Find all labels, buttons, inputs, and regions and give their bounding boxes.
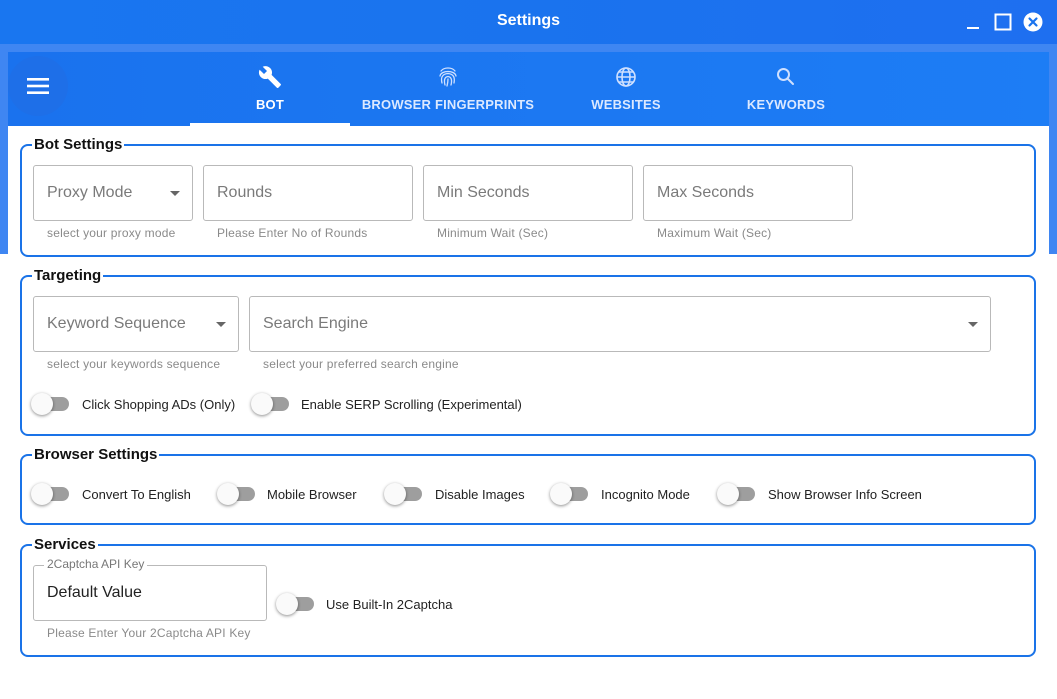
tab-bot[interactable]: BOT (190, 52, 350, 126)
dropdown-arrow-icon (968, 322, 978, 327)
click-shopping-ads-toggle[interactable] (31, 393, 71, 415)
search-icon (777, 68, 794, 85)
window-frame-left (0, 44, 8, 254)
window-title: Settings (496, 12, 561, 29)
tab-websites[interactable]: WEBSITES (546, 52, 706, 126)
toggle-label: Mobile Browser (267, 487, 357, 502)
input-value: Default Value (47, 584, 142, 601)
field-hint: select your keywords sequence (47, 357, 221, 371)
field-hint: Please Enter Your 2Captcha API Key (47, 626, 251, 640)
toggle-label: Disable Images (435, 487, 525, 502)
tab-bar: BOT BROWSER FINGERPRINTS WEBSITES KEYWOR… (8, 52, 1049, 126)
serp-scrolling-toggle[interactable] (251, 393, 291, 415)
dropdown-arrow-icon (216, 322, 226, 327)
show-browser-info-toggle[interactable] (717, 483, 757, 505)
close-icon (1023, 12, 1043, 32)
hamburger-icon (27, 78, 49, 94)
tab-label: BOT (255, 97, 285, 112)
search-engine-select[interactable]: Search Engine (249, 296, 991, 352)
tab-label: KEYWORDS (746, 97, 826, 112)
disable-images-toggle[interactable] (384, 483, 424, 505)
toggle-knob (31, 483, 53, 505)
toggle-knob (384, 483, 406, 505)
settings-content: Bot Settings Proxy Mode select your prox… (8, 126, 1049, 699)
group-title: Browser Settings (34, 446, 158, 463)
toggle-label: Convert To English (82, 487, 191, 502)
field-hint: Please Enter No of Rounds (217, 226, 368, 240)
window-frame-right (1049, 44, 1057, 254)
minimize-icon (967, 27, 979, 29)
tab-label: BROWSER FINGERPRINTS (361, 97, 535, 112)
floating-label: 2Captcha API Key (44, 557, 148, 571)
group-title: Services (34, 536, 96, 553)
select-placeholder: Keyword Sequence (47, 315, 186, 332)
field-hint: select your preferred search engine (263, 357, 459, 371)
maximize-button[interactable] (991, 10, 1015, 34)
toggle-knob (251, 393, 273, 415)
wrench-icon (258, 66, 281, 88)
browser-settings-group: Browser Settings (20, 446, 1036, 525)
close-button[interactable] (1021, 10, 1045, 34)
toggle-knob (717, 483, 739, 505)
title-bar: Settings (0, 0, 1057, 44)
menu-button[interactable] (8, 56, 68, 116)
convert-to-english-toggle[interactable] (31, 483, 71, 505)
mobile-browser-toggle[interactable] (217, 483, 257, 505)
max-seconds-input[interactable]: Max Seconds (643, 165, 853, 221)
use-builtin-2captcha-toggle[interactable] (276, 593, 316, 615)
group-title: Bot Settings (34, 136, 123, 153)
group-title: Targeting (34, 267, 102, 284)
rounds-input[interactable]: Rounds (203, 165, 413, 221)
tab-label: WEBSITES (591, 97, 661, 112)
maximize-icon (994, 13, 1012, 31)
dropdown-arrow-icon (170, 191, 180, 196)
minimize-button[interactable] (961, 10, 985, 34)
tab-keywords[interactable]: KEYWORDS (706, 52, 866, 126)
field-hint: Minimum Wait (Sec) (437, 226, 549, 240)
input-placeholder: Min Seconds (437, 184, 530, 201)
field-hint: select your proxy mode (47, 226, 176, 240)
min-seconds-input[interactable]: Min Seconds (423, 165, 633, 221)
select-placeholder: Proxy Mode (47, 184, 133, 201)
field-hint: Maximum Wait (Sec) (657, 226, 772, 240)
input-placeholder: Rounds (217, 184, 273, 201)
incognito-mode-toggle[interactable] (550, 483, 590, 505)
select-placeholder: Search Engine (263, 315, 368, 332)
captcha-api-key-input[interactable]: 2Captcha API Key Default Value (33, 557, 267, 621)
globe-icon (616, 67, 636, 87)
keyword-sequence-select[interactable]: Keyword Sequence (33, 296, 239, 352)
input-placeholder: Max Seconds (657, 184, 754, 201)
toggle-knob (276, 593, 298, 615)
fingerprint-icon (439, 67, 457, 87)
toggle-label: Incognito Mode (601, 487, 690, 502)
proxy-mode-select[interactable]: Proxy Mode (33, 165, 193, 221)
toggle-label: Use Built-In 2Captcha (326, 597, 453, 612)
toggle-label: Click Shopping ADs (Only) (82, 397, 236, 412)
toggle-knob (31, 393, 53, 415)
toggle-label: Show Browser Info Screen (768, 487, 922, 502)
toggle-knob (550, 483, 572, 505)
toggle-label: Enable SERP Scrolling (Experimental) (301, 397, 522, 412)
toggle-knob (217, 483, 239, 505)
tab-browser-fingerprints[interactable]: BROWSER FINGERPRINTS (350, 52, 546, 126)
